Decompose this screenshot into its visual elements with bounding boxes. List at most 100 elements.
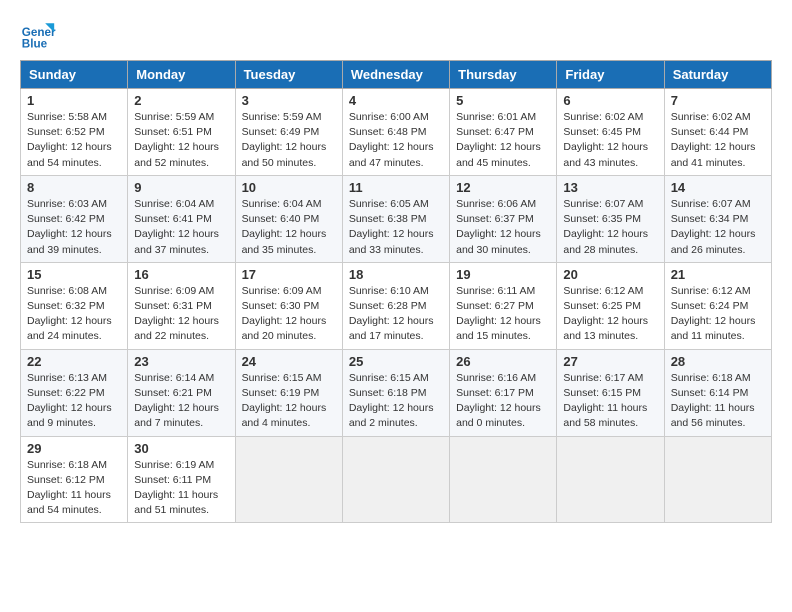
day-detail: Sunrise: 6:00 AM [349, 110, 443, 125]
day-info: Sunrise: 6:18 AMSunset: 6:14 PMDaylight:… [671, 371, 765, 432]
day-number: 10 [242, 180, 336, 195]
day-detail: Daylight: 11 hours [27, 488, 121, 503]
day-detail: and 47 minutes. [349, 156, 443, 171]
day-detail: Daylight: 11 hours [671, 401, 765, 416]
day-detail: Daylight: 12 hours [563, 314, 657, 329]
day-detail: and 35 minutes. [242, 243, 336, 258]
calendar-cell: 20Sunrise: 6:12 AMSunset: 6:25 PMDayligh… [557, 262, 664, 349]
day-detail: and 45 minutes. [456, 156, 550, 171]
calendar-cell: 14Sunrise: 6:07 AMSunset: 6:34 PMDayligh… [664, 175, 771, 262]
day-detail: Sunrise: 6:19 AM [134, 458, 228, 473]
day-detail: Daylight: 12 hours [563, 140, 657, 155]
day-number: 26 [456, 354, 550, 369]
day-detail: and 7 minutes. [134, 416, 228, 431]
calendar-cell: 7Sunrise: 6:02 AMSunset: 6:44 PMDaylight… [664, 89, 771, 176]
calendar-cell: 8Sunrise: 6:03 AMSunset: 6:42 PMDaylight… [21, 175, 128, 262]
day-info: Sunrise: 6:00 AMSunset: 6:48 PMDaylight:… [349, 110, 443, 171]
day-detail: Sunset: 6:30 PM [242, 299, 336, 314]
day-info: Sunrise: 5:58 AMSunset: 6:52 PMDaylight:… [27, 110, 121, 171]
day-info: Sunrise: 5:59 AMSunset: 6:49 PMDaylight:… [242, 110, 336, 171]
day-detail: and 37 minutes. [134, 243, 228, 258]
day-detail: Sunset: 6:18 PM [349, 386, 443, 401]
day-info: Sunrise: 6:01 AMSunset: 6:47 PMDaylight:… [456, 110, 550, 171]
day-detail: and 28 minutes. [563, 243, 657, 258]
day-number: 11 [349, 180, 443, 195]
day-detail: Daylight: 11 hours [134, 488, 228, 503]
day-info: Sunrise: 6:13 AMSunset: 6:22 PMDaylight:… [27, 371, 121, 432]
day-number: 16 [134, 267, 228, 282]
day-detail: Daylight: 12 hours [456, 227, 550, 242]
day-number: 23 [134, 354, 228, 369]
day-info: Sunrise: 6:04 AMSunset: 6:40 PMDaylight:… [242, 197, 336, 258]
day-detail: Sunset: 6:28 PM [349, 299, 443, 314]
day-detail: Sunrise: 6:07 AM [563, 197, 657, 212]
day-detail: Sunset: 6:17 PM [456, 386, 550, 401]
day-detail: and 41 minutes. [671, 156, 765, 171]
day-detail: Sunset: 6:47 PM [456, 125, 550, 140]
day-detail: Sunrise: 6:15 AM [242, 371, 336, 386]
day-detail: Sunset: 6:27 PM [456, 299, 550, 314]
day-detail: and 43 minutes. [563, 156, 657, 171]
day-detail: and 58 minutes. [563, 416, 657, 431]
day-detail: Daylight: 12 hours [134, 401, 228, 416]
day-number: 1 [27, 93, 121, 108]
day-number: 21 [671, 267, 765, 282]
weekday-header-sunday: Sunday [21, 61, 128, 89]
day-number: 5 [456, 93, 550, 108]
day-info: Sunrise: 6:19 AMSunset: 6:11 PMDaylight:… [134, 458, 228, 519]
day-detail: Sunset: 6:51 PM [134, 125, 228, 140]
day-info: Sunrise: 6:10 AMSunset: 6:28 PMDaylight:… [349, 284, 443, 345]
day-detail: Daylight: 12 hours [134, 227, 228, 242]
calendar-cell: 5 Sunrise: 6:01 AMSunset: 6:47 PMDaylight… [450, 89, 557, 176]
day-info: Sunrise: 6:15 AMSunset: 6:18 PMDaylight:… [349, 371, 443, 432]
day-info: Sunrise: 6:06 AMSunset: 6:37 PMDaylight:… [456, 197, 550, 258]
calendar-cell: 4Sunrise: 6:00 AMSunset: 6:48 PMDaylight… [342, 89, 449, 176]
day-detail: Sunset: 6:49 PM [242, 125, 336, 140]
day-detail: Sunset: 6:11 PM [134, 473, 228, 488]
day-detail: Daylight: 12 hours [27, 227, 121, 242]
day-number: 17 [242, 267, 336, 282]
day-detail: and 11 minutes. [671, 329, 765, 344]
weekday-header-wednesday: Wednesday [342, 61, 449, 89]
day-info: Sunrise: 6:02 AMSunset: 6:44 PMDaylight:… [671, 110, 765, 171]
day-number: 27 [563, 354, 657, 369]
day-detail: Sunset: 6:31 PM [134, 299, 228, 314]
weekday-header-tuesday: Tuesday [235, 61, 342, 89]
day-detail: Sunset: 6:44 PM [671, 125, 765, 140]
week-row-4: 22Sunrise: 6:13 AMSunset: 6:22 PMDayligh… [21, 349, 772, 436]
svg-text:Blue: Blue [22, 38, 48, 51]
day-detail: Daylight: 12 hours [242, 401, 336, 416]
day-detail: and 15 minutes. [456, 329, 550, 344]
day-detail: Sunset: 6:32 PM [27, 299, 121, 314]
day-detail: Daylight: 12 hours [242, 314, 336, 329]
weekday-header-saturday: Saturday [664, 61, 771, 89]
day-info: Sunrise: 6:17 AMSunset: 6:15 PMDaylight:… [563, 371, 657, 432]
day-detail: Daylight: 12 hours [349, 314, 443, 329]
calendar-cell: 26Sunrise: 6:16 AMSunset: 6:17 PMDayligh… [450, 349, 557, 436]
calendar-cell: 15Sunrise: 6:08 AMSunset: 6:32 PMDayligh… [21, 262, 128, 349]
day-number: 8 [27, 180, 121, 195]
day-info: Sunrise: 6:02 AMSunset: 6:45 PMDaylight:… [563, 110, 657, 171]
day-detail: Sunset: 6:21 PM [134, 386, 228, 401]
day-detail: Sunrise: 6:05 AM [349, 197, 443, 212]
logo: General Blue [20, 16, 62, 52]
calendar-cell: 11Sunrise: 6:05 AMSunset: 6:38 PMDayligh… [342, 175, 449, 262]
day-detail: Sunset: 6:12 PM [27, 473, 121, 488]
day-number: 18 [349, 267, 443, 282]
calendar: SundayMondayTuesdayWednesdayThursdayFrid… [20, 60, 772, 523]
day-detail: Sunset: 6:35 PM [563, 212, 657, 227]
day-detail: Sunrise: 6:04 AM [242, 197, 336, 212]
day-detail: Daylight: 12 hours [563, 227, 657, 242]
day-detail: Sunset: 6:14 PM [671, 386, 765, 401]
day-detail: Sunrise: 6:16 AM [456, 371, 550, 386]
day-detail: and 4 minutes. [242, 416, 336, 431]
day-detail: Sunrise: 6:06 AM [456, 197, 550, 212]
day-number: 3 [242, 93, 336, 108]
day-detail: Daylight: 12 hours [349, 401, 443, 416]
day-detail: Sunrise: 6:10 AM [349, 284, 443, 299]
day-detail: Sunrise: 6:02 AM [671, 110, 765, 125]
day-detail: and 20 minutes. [242, 329, 336, 344]
week-row-5: 29Sunrise: 6:18 AMSunset: 6:12 PMDayligh… [21, 436, 772, 523]
day-info: Sunrise: 6:04 AMSunset: 6:41 PMDaylight:… [134, 197, 228, 258]
day-info: Sunrise: 6:14 AMSunset: 6:21 PMDaylight:… [134, 371, 228, 432]
